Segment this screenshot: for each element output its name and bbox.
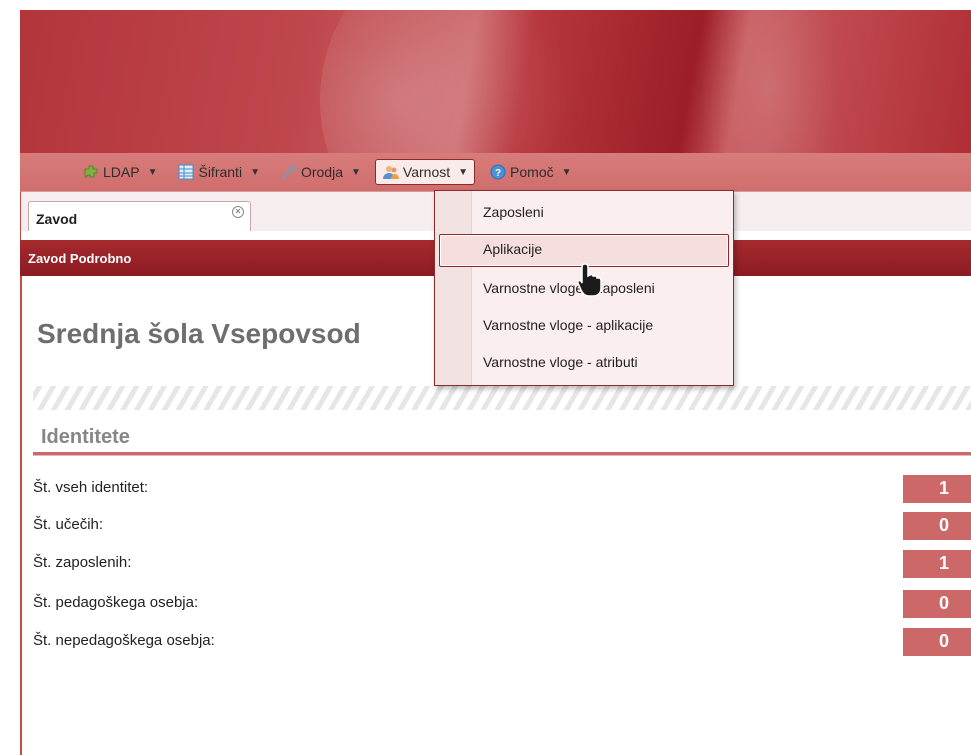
menu-ldap[interactable]: LDAP ▼ <box>76 159 163 185</box>
section-heading: Identitete <box>41 426 130 448</box>
wrench-icon <box>280 163 298 181</box>
banner-decoration <box>700 10 840 153</box>
table-icon <box>177 163 195 181</box>
menu-label: Orodja <box>300 164 343 180</box>
close-icon[interactable]: ✕ <box>232 206 244 218</box>
stat-label: Št. vseh identitet: <box>33 479 149 496</box>
panel-title: Zavod Podrobno <box>28 251 132 266</box>
menu-label: Varnost <box>402 164 451 180</box>
stat-row: Št. zaposlenih: 1 <box>33 550 971 578</box>
stat-label: Št. učečih: <box>33 516 104 533</box>
tab-label: Zavod <box>36 211 78 227</box>
hand-pointer-icon <box>576 262 606 298</box>
page-title: Srednja šola Vsepovsod <box>37 318 361 349</box>
caret-down-icon: ▼ <box>561 166 572 178</box>
menu-orodja[interactable]: Orodja ▼ <box>274 159 367 185</box>
puzzle-icon <box>82 163 100 181</box>
stat-value-badge: 1 <box>903 475 971 503</box>
header-banner <box>20 10 971 153</box>
menu-label: Šifranti <box>198 164 243 180</box>
tab-zavod[interactable]: Zavod ✕ <box>28 201 251 232</box>
stat-value-badge: 0 <box>903 590 971 618</box>
stat-row: Št. pedagoškega osebja: 0 <box>33 590 971 618</box>
stat-value-badge: 0 <box>903 512 971 540</box>
menu-label: Pomoč <box>510 164 554 180</box>
caret-down-icon: ▼ <box>250 166 260 178</box>
stat-row: Št. vseh identitet: 1 <box>33 475 971 503</box>
dropdown-item-zaposleni[interactable]: Zaposleni <box>439 197 729 230</box>
stat-value-badge: 0 <box>903 628 971 656</box>
main-menu-bar: LDAP ▼ Šifranti ▼ Orodja ▼ Varnost ▼ ? P… <box>20 153 971 191</box>
menu-sifranti[interactable]: Šifranti ▼ <box>171 159 265 185</box>
caret-down-icon: ▼ <box>147 166 158 178</box>
menu-label: LDAP <box>103 164 140 180</box>
stat-label: Št. zaposlenih: <box>33 554 132 571</box>
panel-border <box>20 276 22 755</box>
stat-row: Št. nepedagoškega osebja: 0 <box>33 628 971 656</box>
caret-down-icon: ▼ <box>351 166 361 178</box>
users-icon <box>382 163 400 181</box>
caret-down-icon: ▼ <box>458 166 469 178</box>
dropdown-item-vloge-atributi[interactable]: Varnostne vloge - atributi <box>439 347 729 380</box>
stat-label: Št. nepedagoškega osebja: <box>33 632 215 649</box>
divider <box>33 386 971 410</box>
help-icon: ? <box>489 163 507 181</box>
menu-pomoc[interactable]: ? Pomoč ▼ <box>483 159 577 185</box>
banner-decoration <box>320 10 580 153</box>
svg-text:?: ? <box>495 168 501 179</box>
stat-label: Št. pedagoškega osebja: <box>33 594 199 611</box>
section-divider <box>33 452 971 456</box>
stat-row: Št. učečih: 0 <box>33 512 971 540</box>
stat-value-badge: 1 <box>903 550 971 578</box>
menu-varnost[interactable]: Varnost ▼ <box>374 159 476 185</box>
dropdown-item-vloge-aplikacije[interactable]: Varnostne vloge - aplikacije <box>439 310 729 343</box>
